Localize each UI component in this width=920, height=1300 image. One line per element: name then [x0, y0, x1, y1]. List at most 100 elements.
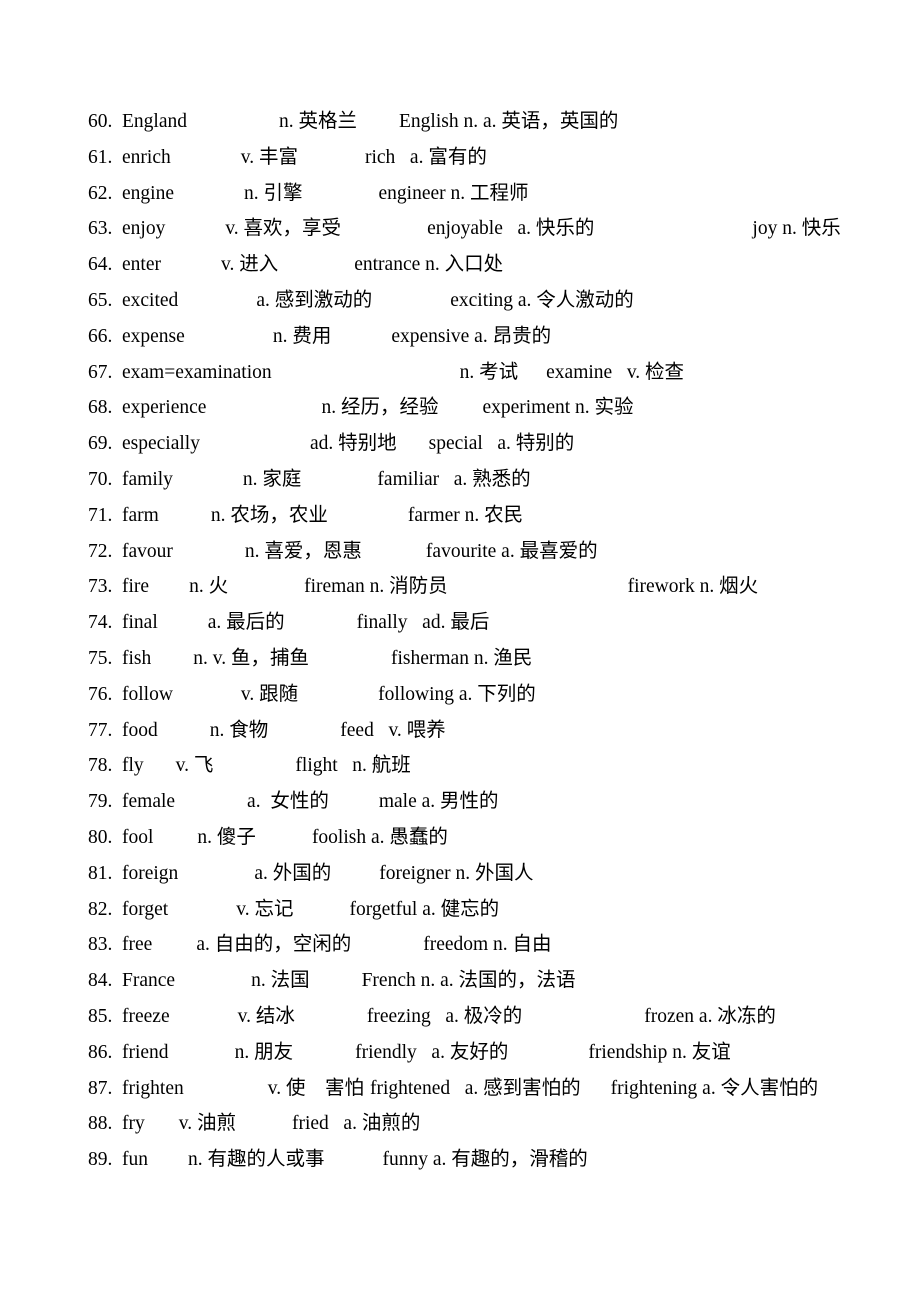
- vocabulary-entry-row: 68. experience n. 经历，经验 experiment n. 实验: [0, 390, 920, 426]
- entry-headword: free: [122, 934, 153, 956]
- entry-headword: enrich: [122, 146, 171, 168]
- vocabulary-entry-row: 86. friend n. 朋友 friendly a. 友好的 friendship …: [0, 1035, 920, 1071]
- entry-definition: v. 结冰: [237, 1005, 295, 1027]
- entry-headword: fire: [122, 576, 150, 598]
- entry-derived-form: funny a. 有趣的，滑稽的: [382, 1149, 588, 1171]
- entry-index: 86.: [88, 1041, 113, 1063]
- entry-definition: n. 考试: [459, 361, 519, 383]
- entry-index: 85.: [88, 1005, 113, 1027]
- entry-derived-form: English n. a. 英语，英国的: [399, 111, 619, 132]
- entry-headword: farm: [122, 504, 159, 526]
- entry-headword: fish: [122, 647, 152, 669]
- entry-index: 61.: [88, 146, 113, 168]
- entry-derived-form: fisherman n. 渔民: [390, 647, 533, 669]
- entry-derived-form: foreigner n. 外国人: [379, 862, 534, 884]
- entry-index: 75.: [88, 647, 113, 669]
- vocabulary-entry-row: 83. free a. 自由的，空闲的 freedom n. 自由: [0, 927, 920, 963]
- entry-definition: n. v. 鱼，捕鱼: [193, 647, 309, 669]
- entry-index: 79.: [88, 791, 113, 813]
- entry-index: 70.: [88, 468, 113, 490]
- entry-derived-form: engineer n. 工程师: [378, 182, 529, 204]
- entry-index: 71.: [88, 504, 113, 526]
- vocabulary-entry-row: 65. excited a. 感到激动的 exciting a. 令人激动的: [0, 283, 920, 319]
- entry-headword: excited: [122, 289, 179, 311]
- entry-derived-form: experiment n. 实验: [482, 397, 634, 419]
- entry-definition: v. 跟随: [240, 683, 299, 705]
- entry-headword: friend: [122, 1041, 169, 1063]
- entry-index: 73.: [88, 576, 113, 598]
- vocabulary-entry-row: 62. engine n. 引擎 engineer n. 工程师: [0, 176, 920, 212]
- entry-derived-form: friendly a. 友好的: [355, 1041, 509, 1063]
- vocabulary-entry-row: 87. frighten v. 使 害怕 frightened a. 感到害怕的 fri…: [0, 1071, 920, 1107]
- vocabulary-entry-row: 79. female a. 女性的 male a. 男性的: [0, 784, 920, 820]
- entry-headword: favour: [122, 540, 173, 562]
- entry-derived-form: feed v. 喂养: [340, 719, 446, 741]
- entry-derived-form: farmer n. 农民: [407, 504, 524, 526]
- entry-definition: n. 家庭: [242, 468, 302, 490]
- entry-headword: fly: [122, 755, 144, 777]
- entry-derived-form: finally ad. 最后: [356, 612, 490, 634]
- entry-derived-form: expensive a. 昂贵的: [391, 325, 552, 347]
- vocabulary-entry-row: 60. England n. 英格兰 English n. a. 英语，英国的: [0, 104, 920, 140]
- entry-index: 69.: [88, 433, 113, 455]
- entry-definition: n. 朋友: [234, 1041, 294, 1063]
- entry-definition: a. 最后的: [207, 612, 285, 634]
- entry-index: 88.: [88, 1113, 113, 1135]
- entry-definition: v. 使 害怕: [267, 1077, 364, 1099]
- entry-headword: especially: [122, 433, 200, 455]
- entry-derived-form: familiar a. 熟悉的: [377, 468, 531, 490]
- entry-definition: n. 农场，农业: [210, 504, 328, 526]
- entry-definition: a. 外国的: [254, 862, 332, 884]
- entry-definition: a. 女性的: [247, 791, 329, 813]
- entry-index: 60.: [88, 111, 113, 132]
- entry-index: 82.: [88, 898, 113, 920]
- entry-headword: fun: [122, 1149, 148, 1171]
- vocabulary-entry-row: 85. freeze v. 结冰 freezing a. 极冷的 frozen a. 冰…: [0, 999, 920, 1035]
- vocabulary-entry-row: 73. fire n. 火 fireman n. 消防员 firework n. 烟火: [0, 569, 920, 605]
- vocabulary-entry-row: 72. favour n. 喜爱，恩惠 favourite a. 最喜爱的: [0, 534, 920, 570]
- entry-derived-form: forgetful a. 健忘的: [349, 898, 500, 920]
- entry-headword: food: [122, 719, 158, 741]
- entry-definition: ad. 特别地: [309, 433, 397, 455]
- entry-definition: n. 法国: [251, 970, 310, 992]
- vocabulary-entry-row: 71. farm n. 农场，农业 farmer n. 农民: [0, 498, 920, 534]
- entry-index: 80.: [88, 826, 113, 848]
- entry-definition: v. 进入: [220, 254, 279, 276]
- entry-definition: v. 油煎: [178, 1113, 236, 1135]
- entry-index: 65.: [88, 289, 113, 311]
- entry-index: 67.: [88, 361, 113, 383]
- vocabulary-entry-row: 75. fish n. v. 鱼，捕鱼 fisherman n. 渔民: [0, 641, 920, 677]
- entry-headword: freeze: [122, 1005, 170, 1027]
- entry-definition: n. 火: [189, 576, 229, 598]
- entry-derived-form: French n. a. 法国的，法语: [361, 970, 576, 992]
- entry-derived-form: freezing a. 极冷的: [366, 1005, 523, 1027]
- entry-derived-form: rich a. 富有的: [364, 146, 487, 168]
- entry-index: 89.: [88, 1149, 113, 1171]
- entry-headword: expense: [122, 325, 185, 347]
- vocabulary-entry-row: 69. especially ad. 特别地 special a. 特别的: [0, 426, 920, 462]
- entry-definition: n. 傻子: [197, 826, 256, 848]
- vocabulary-entry-row: 88. fry v. 油煎 fried a. 油煎的: [0, 1106, 920, 1142]
- entry-headword: family: [122, 468, 173, 490]
- entry-headword: fry: [122, 1113, 145, 1135]
- vocabulary-entry-row: 77. food n. 食物 feed v. 喂养: [0, 713, 920, 749]
- entry-derived-form: following a. 下列的: [378, 683, 536, 705]
- entry-derived-form: examine v. 检查: [546, 361, 685, 383]
- entry-definition: n. 喜爱，恩惠: [244, 540, 362, 562]
- vocabulary-entry-row: 78. fly v. 飞 flight n. 航班: [0, 748, 920, 784]
- entry-index: 83.: [88, 934, 113, 956]
- vocabulary-entry-row: 84. France n. 法国 French n. a. 法国的，法语: [0, 963, 920, 999]
- entry-headword: experience: [122, 397, 207, 419]
- entry-index: 63.: [88, 218, 113, 240]
- vocabulary-list-page: 60. England n. 英格兰 English n. a. 英语，英国的 61. e…: [0, 0, 920, 1300]
- vocabulary-entry-row: 66. expense n. 费用 expensive a. 昂贵的: [0, 319, 920, 355]
- entry-index: 64.: [88, 254, 113, 276]
- entry-headword: final: [122, 612, 158, 634]
- entry-definition: n. 经历，经验: [321, 397, 439, 419]
- entry-headword: France: [122, 970, 176, 992]
- entry-index: 78.: [88, 755, 113, 777]
- entry-derived-form: entrance n. 入口处: [354, 254, 504, 276]
- vocabulary-entry-row: 82. forget v. 忘记 forgetful a. 健忘的: [0, 892, 920, 928]
- vocabulary-entry-row: 64. enter v. 进入 entrance n. 入口处: [0, 247, 920, 283]
- entry-related-form: frightening a. 令人害怕的: [610, 1077, 819, 1099]
